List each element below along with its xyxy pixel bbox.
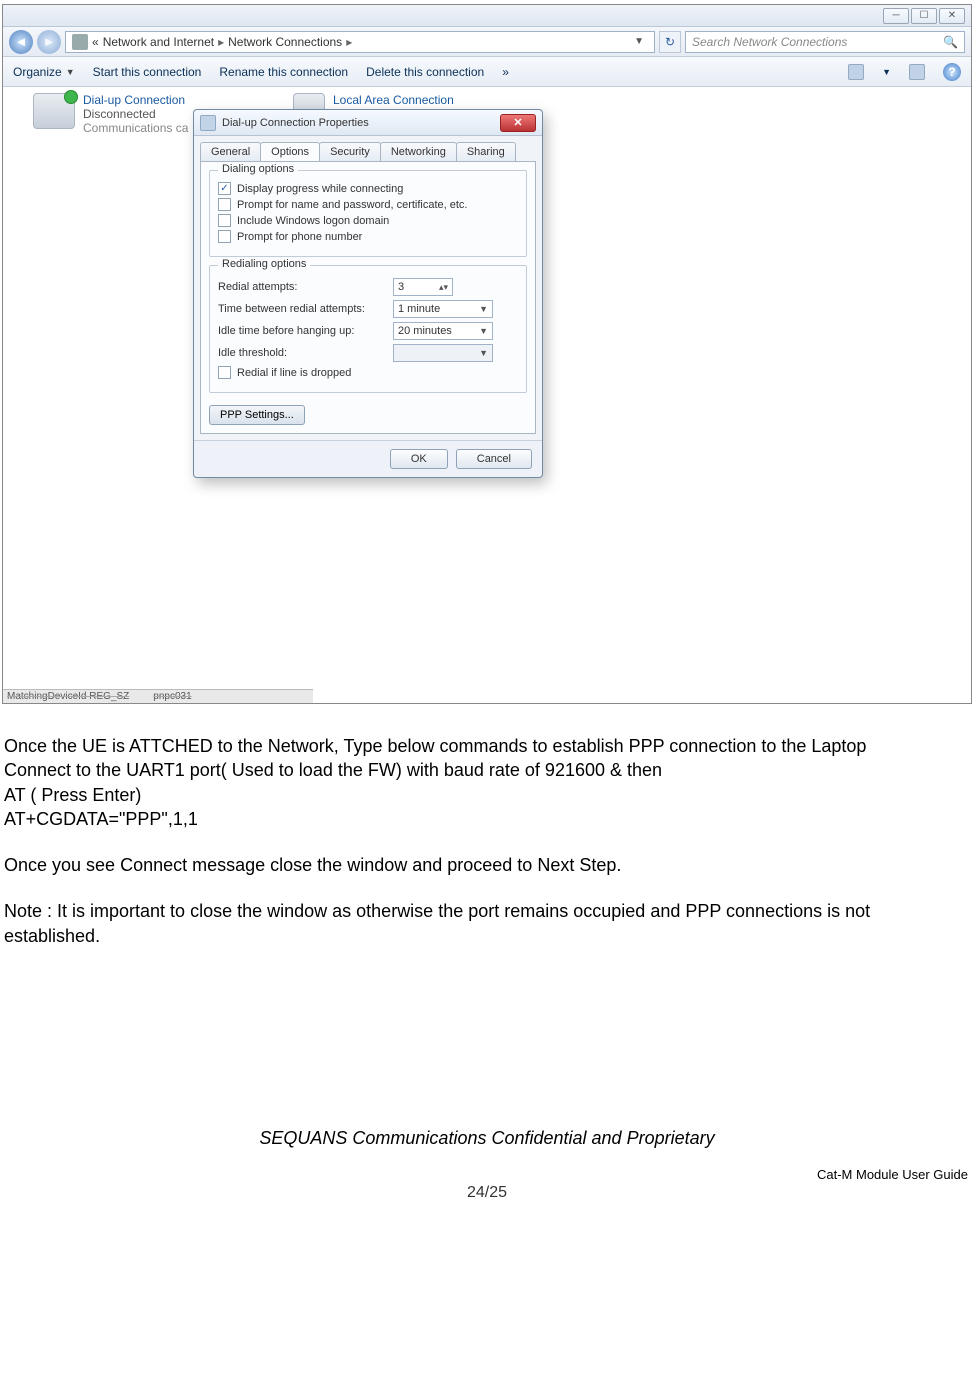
spinner-icon[interactable]: ▴▾ (439, 282, 448, 293)
ok-button[interactable]: OK (390, 449, 448, 469)
select-time-between[interactable]: 1 minute▼ (393, 300, 493, 318)
connection-name: Local Area Connection (333, 93, 454, 107)
checkbox-prompt-phone[interactable]: Prompt for phone number (218, 230, 518, 243)
checkbox-display-progress[interactable]: Display progress while connecting (218, 182, 518, 195)
dialog-icon (200, 115, 216, 131)
dialog-tabs: General Options Security Networking Shar… (200, 142, 536, 161)
checkbox-logon-domain[interactable]: Include Windows logon domain (218, 214, 518, 227)
group-legend: Redialing options (218, 258, 310, 270)
minimize-button[interactable]: ─ (883, 8, 909, 24)
checkbox-icon (218, 182, 231, 195)
paragraph: Once you see Connect message close the w… (4, 853, 970, 877)
search-input[interactable]: Search Network Connections 🔍 (685, 31, 965, 53)
maximize-button[interactable]: ☐ (911, 8, 937, 24)
tab-general[interactable]: General (200, 142, 261, 161)
chevron-down-icon: ▼ (479, 326, 488, 336)
input-redial-attempts[interactable]: 3▴▾ (393, 278, 453, 296)
address-bar-row: ◄ ► « Network and Internet ▸ Network Con… (3, 27, 971, 57)
preview-pane-button[interactable] (909, 64, 925, 80)
cancel-button[interactable]: Cancel (456, 449, 532, 469)
checkbox-redial-dropped[interactable]: Redial if line is dropped (218, 366, 518, 379)
ppp-settings-button[interactable]: PPP Settings... (209, 405, 305, 425)
registry-strip: MatchingDeviceId REG_SZ pnpc031 (3, 689, 313, 704)
connection-device: Communications ca (83, 121, 188, 135)
checkbox-icon (218, 214, 231, 227)
connection-name: Dial-up Connection (83, 93, 188, 107)
breadcrumb-part[interactable]: Network Connections (228, 35, 342, 49)
connection-item-dialup[interactable]: Dial-up Connection Disconnected Communic… (33, 93, 188, 135)
search-icon: 🔍 (943, 35, 958, 49)
label-idle-threshold: Idle threshold: (218, 347, 393, 359)
group-legend: Dialing options (218, 163, 298, 175)
checkbox-icon (218, 366, 231, 379)
label-idle-time: Idle time before hanging up: (218, 325, 393, 337)
embedded-screenshot: ─ ☐ ✕ ◄ ► « Network and Internet ▸ Netwo… (2, 4, 972, 704)
breadcrumb-part[interactable]: Network and Internet (103, 35, 214, 49)
page-number: 24/25 (0, 1184, 974, 1202)
tab-options[interactable]: Options (260, 142, 320, 161)
view-dropdown-icon[interactable]: ▼ (882, 67, 891, 77)
breadcrumb-chevrons: « (92, 35, 99, 49)
confidential-notice: SEQUANS Communications Confidential and … (0, 1128, 974, 1149)
tab-body: Dialing options Display progress while c… (200, 161, 536, 434)
paragraph: Once the UE is ATTCHED to the Network, T… (4, 734, 970, 758)
label-time-between: Time between redial attempts: (218, 303, 393, 315)
document-body: Once the UE is ATTCHED to the Network, T… (0, 704, 974, 948)
checkbox-icon (218, 198, 231, 211)
breadcrumb[interactable]: « Network and Internet ▸ Network Connect… (65, 31, 655, 53)
refresh-button[interactable]: ↻ (659, 31, 681, 53)
redialing-options-group: Redialing options Redial attempts: 3▴▾ T… (209, 265, 527, 393)
select-idle-threshold: ▼ (393, 344, 493, 362)
help-button[interactable]: ? (943, 63, 961, 81)
search-placeholder: Search Network Connections (692, 35, 847, 49)
toolbar: Organize▼ Start this connection Rename t… (3, 57, 971, 87)
dialog-title: Dial-up Connection Properties (222, 117, 369, 129)
guide-title: Cat-M Module User Guide (0, 1167, 974, 1182)
view-button[interactable] (848, 64, 864, 80)
dialog-close-button[interactable]: ✕ (500, 114, 536, 132)
breadcrumb-sep-icon: ▸ (218, 35, 224, 49)
select-idle-time[interactable]: 20 minutes▼ (393, 322, 493, 340)
breadcrumb-dropdown-icon[interactable]: ▼ (630, 36, 648, 47)
tab-networking[interactable]: Networking (380, 142, 457, 161)
label-redial-attempts: Redial attempts: (218, 281, 393, 293)
tab-security[interactable]: Security (319, 142, 381, 161)
page-footer: SEQUANS Communications Confidential and … (0, 1128, 974, 1202)
toolbar-overflow-button[interactable]: » (502, 65, 509, 79)
dialog-titlebar[interactable]: Dial-up Connection Properties ✕ (194, 110, 542, 136)
tab-sharing[interactable]: Sharing (456, 142, 516, 161)
checkbox-prompt-credentials[interactable]: Prompt for name and password, certificat… (218, 198, 518, 211)
dialing-options-group: Dialing options Display progress while c… (209, 170, 527, 257)
properties-dialog: Dial-up Connection Properties ✕ General … (193, 109, 543, 478)
paragraph: Note : It is important to close the wind… (4, 899, 970, 948)
network-icon (72, 34, 88, 50)
chevron-down-icon: ▼ (479, 304, 488, 314)
start-connection-button[interactable]: Start this connection (93, 65, 202, 79)
checkbox-icon (218, 230, 231, 243)
paragraph: AT ( Press Enter) (4, 783, 970, 807)
delete-connection-button[interactable]: Delete this connection (366, 65, 484, 79)
connections-pane: Dial-up Connection Disconnected Communic… (3, 87, 971, 704)
close-button[interactable]: ✕ (939, 8, 965, 24)
rename-connection-button[interactable]: Rename this connection (219, 65, 348, 79)
breadcrumb-sep-icon: ▸ (346, 35, 352, 49)
connection-status: Disconnected (83, 107, 188, 121)
back-button[interactable]: ◄ (9, 30, 33, 54)
chevron-down-icon: ▼ (479, 348, 488, 358)
forward-button[interactable]: ► (37, 30, 61, 54)
window-controls: ─ ☐ ✕ (3, 5, 971, 27)
organize-button[interactable]: Organize▼ (13, 65, 75, 79)
dialup-icon (33, 93, 75, 129)
paragraph: Connect to the UART1 port( Used to load … (4, 758, 970, 782)
dialog-buttons: OK Cancel (194, 440, 542, 477)
paragraph: AT+CGDATA="PPP",1,1 (4, 807, 970, 831)
